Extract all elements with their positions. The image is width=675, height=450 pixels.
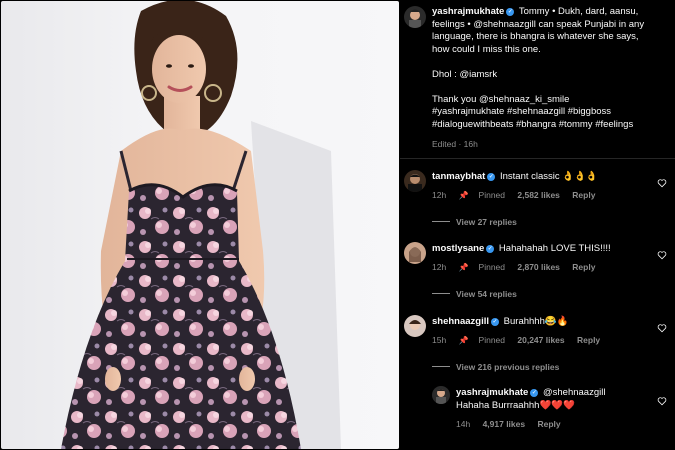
comment-meta: 12h 📌 Pinned 2,870 likes Reply	[432, 261, 605, 275]
view-replies-button[interactable]: View 216 previous replies	[432, 361, 559, 374]
view-replies-label: View 54 replies	[456, 289, 517, 299]
divider	[400, 158, 675, 159]
avatar[interactable]	[404, 242, 426, 264]
reply-likes[interactable]: 4,917 likes	[483, 419, 526, 429]
heart-icon[interactable]	[657, 250, 667, 260]
woman-in-floral-dress-image	[61, 1, 341, 449]
reply-button[interactable]: Reply	[572, 190, 595, 200]
caption-text: yashrajmukhate ✓ Tommy • Dukh, dard, aans…	[432, 6, 668, 131]
caption-hashtags: #yashrajmukhate #shehnaazgill #biggboss	[432, 106, 612, 117]
comment-username[interactable]: tanmaybhat	[432, 171, 485, 182]
avatar[interactable]	[404, 170, 426, 192]
comment-username[interactable]: shehnaazgill	[432, 316, 489, 327]
pin-icon: 📌	[458, 191, 469, 200]
avatar[interactable]	[432, 386, 450, 404]
comment-likes[interactable]: 2,870 likes	[517, 262, 560, 272]
caption-line: how could I miss this one.	[432, 43, 541, 55]
view-replies-button[interactable]: View 54 replies	[432, 288, 517, 301]
user-face-icon	[408, 174, 422, 192]
comments-panel: yashrajmukhate ✓ Tommy • Dukh, dard, aans…	[400, 0, 675, 450]
caption-hashtags: #dialoguewithbeats #bhangra #tommy #feel…	[432, 118, 634, 130]
view-replies-label: View 27 replies	[456, 217, 517, 227]
edited-time: Edited · 16h	[432, 139, 478, 149]
reply-button[interactable]: Reply	[577, 335, 600, 345]
caption-dhol: Dhol : @iamsrk	[432, 68, 498, 80]
comment-likes[interactable]: 20,247 likes	[517, 335, 564, 345]
comment-username[interactable]: mostlysane	[432, 243, 484, 254]
reply-meta: 14h 4,917 likes Reply	[456, 418, 571, 431]
verified-badge-icon: ✓	[506, 8, 515, 16]
pin-icon: 📌	[458, 336, 469, 345]
pinned-label: Pinned	[478, 335, 505, 345]
caption-line: Tommy • Dukh, dard, aansu,	[518, 6, 639, 17]
comment-meta: 12h 📌 Pinned 2,582 likes Reply	[432, 189, 605, 203]
user-face-icon	[409, 247, 421, 262]
comment-time: 15h	[432, 335, 447, 345]
comment-text: Instant classic 👌👌👌	[499, 171, 598, 182]
comment-text: Hahahahah LOVE THIS!!!!	[498, 243, 611, 254]
verified-badge-icon: ✓	[486, 245, 495, 253]
caption-thanks: Thank you @shehnaaz_ki_smile	[432, 93, 570, 105]
pinned-label: Pinned	[478, 262, 505, 272]
comment-time: 12h	[432, 190, 447, 200]
reply-button[interactable]: Reply	[572, 262, 595, 272]
avatar[interactable]	[404, 6, 426, 28]
reply-button[interactable]: Reply	[537, 419, 560, 429]
caption-username[interactable]: yashrajmukhate	[432, 6, 504, 17]
pin-icon: 📌	[458, 263, 469, 272]
replies-line	[432, 293, 450, 294]
comment-meta: 15h 📌 Pinned 20,247 likes Reply	[432, 334, 610, 348]
comment-text: Burahhhh😂🔥	[503, 316, 569, 327]
verified-badge-icon: ✓	[487, 173, 496, 181]
replies-line	[432, 366, 450, 367]
avatar[interactable]	[404, 315, 426, 337]
heart-icon[interactable]	[657, 396, 667, 406]
verified-badge-icon: ✓	[530, 389, 539, 397]
comment-time: 12h	[432, 262, 447, 272]
heart-icon[interactable]	[657, 323, 667, 333]
post-photo[interactable]	[1, 1, 399, 449]
user-face-icon	[409, 9, 421, 28]
pinned-label: Pinned	[478, 190, 505, 200]
comment-likes[interactable]: 2,582 likes	[517, 190, 560, 200]
caption-line: language, there is bhangra is whatever s…	[432, 31, 639, 42]
instagram-post-view: yashrajmukhate ✓ Tommy • Dukh, dard, aans…	[0, 0, 675, 450]
user-face-icon	[436, 389, 446, 404]
reply-text: Hahaha Burrraahhh❤️❤️❤️	[456, 399, 575, 411]
reply-mention[interactable]: @shehnaazgill	[543, 387, 605, 398]
reply-username[interactable]: yashrajmukhate	[456, 387, 528, 398]
verified-badge-icon: ✓	[491, 318, 500, 326]
user-face-icon	[409, 320, 421, 330]
view-replies-label: View 216 previous replies	[456, 362, 560, 372]
view-replies-button[interactable]: View 27 replies	[432, 216, 517, 229]
caption-line: feelings • @shehnaazgill can speak Punja…	[432, 18, 645, 30]
reply-time: 14h	[456, 419, 471, 429]
replies-line	[432, 221, 450, 222]
heart-icon[interactable]	[657, 178, 667, 188]
